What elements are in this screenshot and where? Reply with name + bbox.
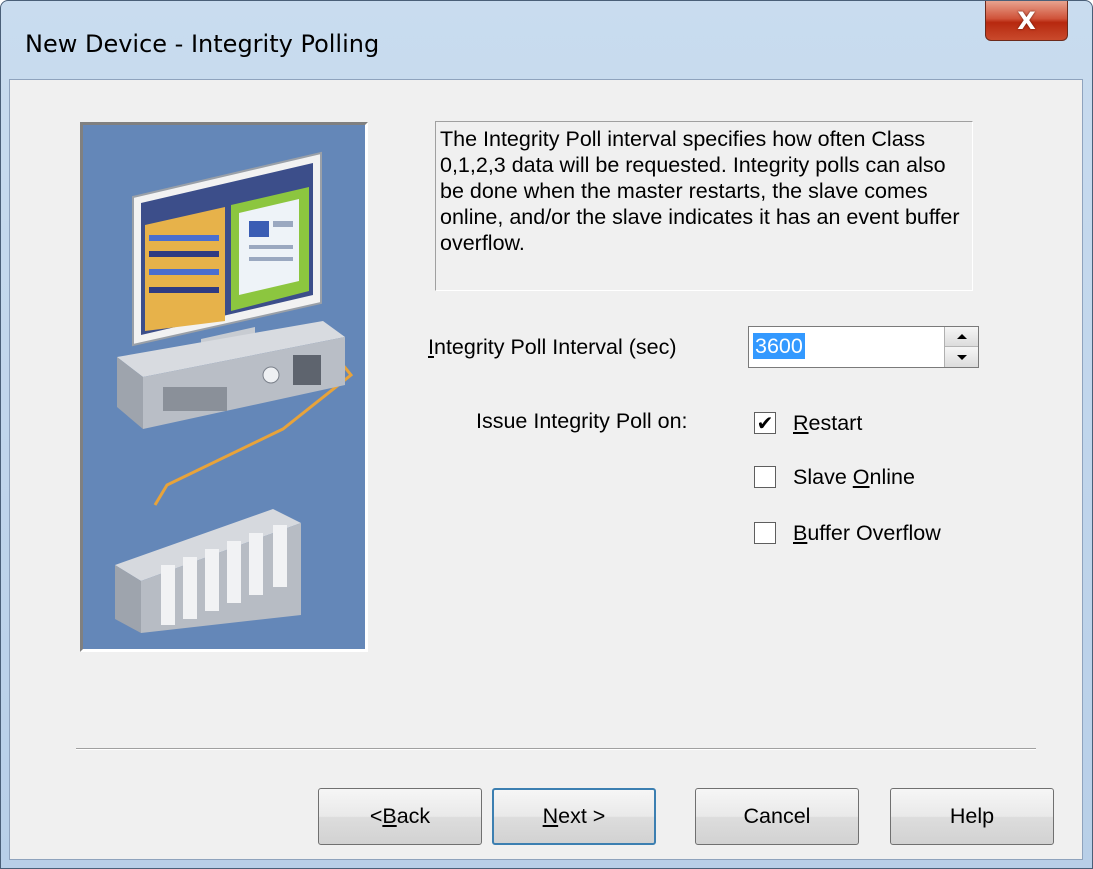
buffer-overflow-checkbox[interactable]: Buffer Overflow bbox=[754, 519, 941, 547]
spin-down-button[interactable] bbox=[945, 347, 978, 367]
dialog-client-area: The Integrity Poll interval specifies ho… bbox=[9, 79, 1083, 860]
help-button[interactable]: Help bbox=[890, 788, 1054, 845]
spin-up-button[interactable] bbox=[945, 327, 978, 347]
interval-input[interactable]: 3600 bbox=[753, 333, 805, 359]
next-button[interactable]: Next > bbox=[492, 788, 656, 845]
button-divider bbox=[76, 748, 1036, 750]
arrow-down-icon bbox=[956, 354, 967, 360]
slave-online-checkbox[interactable]: Slave Online bbox=[754, 463, 915, 491]
title-bar[interactable]: New Device - Integrity Polling X bbox=[1, 1, 1092, 79]
interval-label: Integrity Poll Interval (sec) bbox=[428, 335, 677, 359]
computer-and-plc-illustration-icon bbox=[80, 122, 368, 652]
dialog-window: New Device - Integrity Polling X The Int… bbox=[0, 0, 1093, 869]
buffer-overflow-label[interactable]: Buffer Overflow bbox=[793, 521, 941, 546]
arrow-up-icon bbox=[956, 334, 967, 339]
checkbox-checked[interactable]: ✔ bbox=[754, 412, 776, 434]
issue-poll-label: Issue Integrity Poll on: bbox=[476, 409, 688, 433]
close-icon: X bbox=[1017, 6, 1036, 35]
checkbox-unchecked[interactable] bbox=[754, 522, 776, 544]
spin-buttons bbox=[944, 327, 978, 367]
restart-label[interactable]: Restart bbox=[793, 411, 862, 436]
close-button[interactable]: X bbox=[985, 1, 1068, 41]
back-button[interactable]: < Back bbox=[318, 788, 482, 845]
interval-spinbox[interactable]: 3600 bbox=[748, 326, 979, 368]
slave-online-label[interactable]: Slave Online bbox=[793, 465, 915, 490]
check-mark-icon: ✔ bbox=[756, 411, 774, 435]
window-title: New Device - Integrity Polling bbox=[25, 30, 380, 58]
checkbox-unchecked[interactable] bbox=[754, 466, 776, 488]
restart-checkbox[interactable]: ✔ Restart bbox=[754, 409, 862, 437]
description-box: The Integrity Poll interval specifies ho… bbox=[435, 121, 973, 291]
cancel-button[interactable]: Cancel bbox=[695, 788, 859, 845]
